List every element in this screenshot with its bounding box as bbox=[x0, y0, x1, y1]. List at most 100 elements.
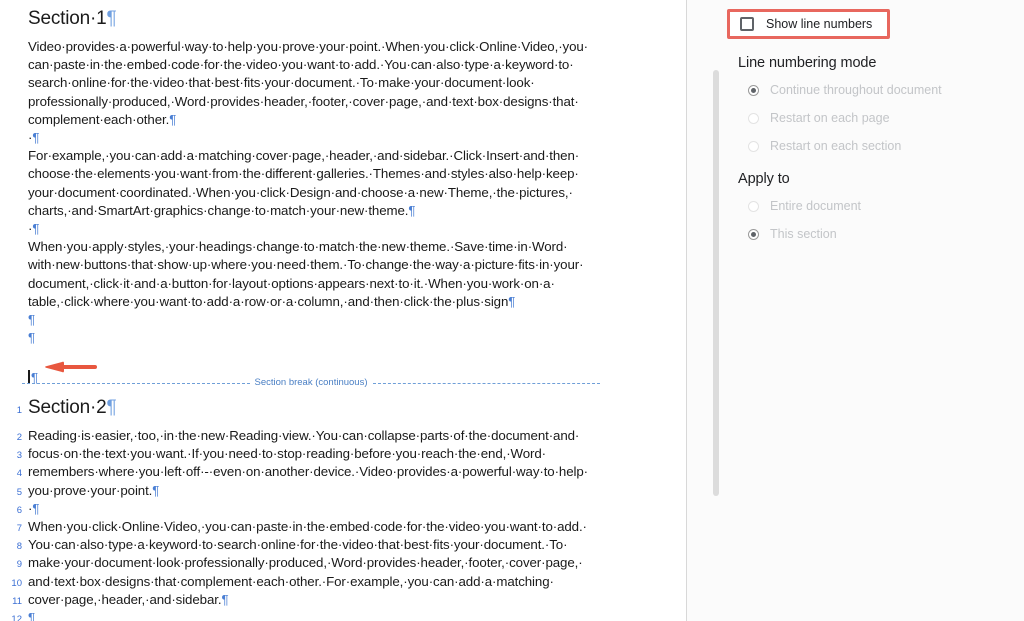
radio-icon-selected[interactable] bbox=[748, 229, 759, 240]
paragraph-text: professionally·produced,·Word·provides·h… bbox=[28, 93, 686, 111]
radio-icon[interactable] bbox=[748, 201, 759, 212]
paragraph-text: When·you·apply·styles,·your·headings·cha… bbox=[28, 238, 686, 256]
radio-label: Restart on each page bbox=[770, 112, 890, 125]
radio-label: Continue throughout document bbox=[770, 84, 942, 97]
radio-icon-selected[interactable] bbox=[748, 85, 759, 96]
pilcrow-mark: ¶ bbox=[32, 221, 39, 236]
show-line-numbers-checkbox-row[interactable]: Show line numbers bbox=[727, 9, 890, 39]
section-break-line-right bbox=[373, 383, 601, 384]
numbered-line: 10 and·text·box·designs·that·complement·… bbox=[0, 573, 686, 591]
empty-paragraph-line: ·¶ bbox=[0, 220, 686, 238]
radio-restart-on-each-section[interactable]: Restart on each section bbox=[748, 140, 901, 153]
paragraph-line: your·document·coordinated.·When·you·clic… bbox=[0, 184, 686, 202]
document-heading-section2: 1 Section·2¶ bbox=[0, 395, 686, 421]
numbered-line: 4 remembers·where·you·left·off·-·even·on… bbox=[0, 463, 686, 481]
app-root: Section·1¶ Video·provides·a·powerful·way… bbox=[0, 0, 1024, 621]
section-break-line-left bbox=[22, 383, 250, 384]
numbered-line: 12 ¶ bbox=[0, 609, 686, 621]
paragraph-text: Video·provides·a·powerful·way·to·help·yo… bbox=[28, 38, 686, 56]
line-number: 4 bbox=[0, 468, 28, 479]
line-number: 8 bbox=[0, 541, 28, 552]
line-number: 5 bbox=[0, 487, 28, 498]
paragraph-text: complement·each·other. bbox=[28, 112, 169, 127]
line-text: and·text·box·designs·that·complement·eac… bbox=[28, 573, 686, 591]
pilcrow-mark: ¶ bbox=[169, 112, 176, 127]
line-text: You·can·also·type·a·keyword·to·search·on… bbox=[28, 536, 686, 554]
numbered-line: 8 You·can·also·type·a·keyword·to·search·… bbox=[0, 536, 686, 554]
paragraph-line: When·you·apply·styles,·your·headings·cha… bbox=[0, 238, 686, 256]
numbered-line: 6 ·¶ bbox=[0, 500, 686, 518]
paragraph-line: complement·each·other.¶ bbox=[0, 111, 686, 129]
document-heading-section1: Section·1¶ bbox=[0, 6, 686, 32]
paragraph-text: search·online·for·the·video·that·best·fi… bbox=[28, 74, 686, 92]
line-text: focus·on·the·text·you·want.·If·you·need·… bbox=[28, 445, 686, 463]
pilcrow-mark: ¶ bbox=[152, 483, 159, 498]
radio-this-section[interactable]: This section bbox=[748, 228, 837, 241]
numbered-line: 11 cover·page,·header,·and·sidebar.¶ bbox=[0, 591, 686, 609]
section2-body[interactable]: 1 Section·2¶ 2 Reading·is·easier,·too,·i… bbox=[0, 395, 686, 621]
section-break-label: Section break (continuous) bbox=[250, 378, 373, 388]
radio-entire-document[interactable]: Entire document bbox=[748, 200, 861, 213]
numbered-line: 3 focus·on·the·text·you·want.·If·you·nee… bbox=[0, 445, 686, 463]
pilcrow-mark: ¶ bbox=[106, 8, 116, 29]
document-body[interactable]: Section·1¶ Video·provides·a·powerful·way… bbox=[0, 0, 686, 388]
line-number: 3 bbox=[0, 450, 28, 461]
numbered-line: 7 When·you·click·Online·Video,·you·can·p… bbox=[0, 518, 686, 536]
radio-label: Entire document bbox=[770, 200, 861, 213]
paragraph-line: choose·the·elements·you·want·from·the·di… bbox=[0, 165, 686, 183]
paragraph-text: your·document·coordinated.·When·you·clic… bbox=[28, 184, 686, 202]
paragraph-line: For·example,·you·can·add·a·matching·cove… bbox=[0, 147, 686, 165]
paragraph-line: can·paste·in·the·embed·code·for·the·vide… bbox=[0, 56, 686, 74]
line-numbering-mode-heading: Line numbering mode bbox=[738, 55, 876, 71]
pilcrow-mark: ¶ bbox=[32, 501, 39, 516]
paragraph-text: with·new·buttons·that·show·up·where·you·… bbox=[28, 256, 686, 274]
line-number: 7 bbox=[0, 523, 28, 534]
paragraph-line: professionally·produced,·Word·provides·h… bbox=[0, 93, 686, 111]
pilcrow-mark: ¶ bbox=[408, 203, 415, 218]
empty-paragraph-line: ¶ bbox=[0, 311, 686, 329]
document-pane[interactable]: Section·1¶ Video·provides·a·powerful·way… bbox=[0, 0, 686, 621]
radio-label: Restart on each section bbox=[770, 140, 901, 153]
line-text: remembers·where·you·left·off·-·even·on·a… bbox=[28, 463, 686, 481]
paragraph-text: document,·click·it·and·a·button·for·layo… bbox=[28, 275, 686, 293]
pilcrow-mark: ¶ bbox=[28, 610, 35, 621]
radio-restart-on-each-page[interactable]: Restart on each page bbox=[748, 112, 890, 125]
heading-text: Section·1 bbox=[28, 8, 106, 29]
paragraph-line: search·online·for·the·video·that·best·fi… bbox=[0, 74, 686, 92]
line-number: 6 bbox=[0, 505, 28, 516]
pilcrow-mark: ¶ bbox=[32, 130, 39, 145]
empty-paragraph-line: ·¶ bbox=[0, 129, 686, 147]
checkbox-icon[interactable] bbox=[740, 17, 754, 31]
line-number: 11 bbox=[0, 596, 28, 607]
paragraph-line: document,·click·it·and·a·button·for·layo… bbox=[0, 275, 686, 293]
numbered-line: 9 make·your·document·look·professionally… bbox=[0, 554, 686, 572]
line-number: 10 bbox=[0, 578, 28, 589]
radio-continue-throughout-document[interactable]: Continue throughout document bbox=[748, 84, 942, 97]
line-numbers-side-panel: Show line numbers Line numbering mode Co… bbox=[687, 0, 1024, 621]
paragraph-line: table,·click·where·you·want·to·add·a·row… bbox=[0, 293, 686, 311]
radio-icon[interactable] bbox=[748, 141, 759, 152]
line-number: 2 bbox=[0, 432, 28, 443]
line-text: When·you·click·Online·Video,·you·can·pas… bbox=[28, 518, 686, 536]
paragraph-text: can·paste·in·the·embed·code·for·the·vide… bbox=[28, 56, 686, 74]
spacer bbox=[0, 347, 686, 369]
line-number: 12 bbox=[0, 614, 28, 621]
radio-label: This section bbox=[770, 228, 837, 241]
line-number: 1 bbox=[0, 405, 28, 416]
radio-icon[interactable] bbox=[748, 113, 759, 124]
pilcrow-mark: ¶ bbox=[508, 294, 515, 309]
paragraph-text: table,·click·where·you·want·to·add·a·row… bbox=[28, 294, 508, 309]
line-text: cover·page,·header,·and·sidebar. bbox=[28, 592, 221, 607]
paragraph-text: choose·the·elements·you·want·from·the·di… bbox=[28, 165, 686, 183]
paragraph-line: with·new·buttons·that·show·up·where·you·… bbox=[0, 256, 686, 274]
pilcrow-mark: ¶ bbox=[28, 330, 35, 345]
paragraph-line: charts,·and·SmartArt·graphics·change·to·… bbox=[0, 202, 686, 220]
section-break-marker: Section break (continuous) bbox=[22, 376, 600, 390]
line-text: Reading·is·easier,·too,·in·the·new·Readi… bbox=[28, 427, 686, 445]
heading-text: Section·2 bbox=[28, 397, 106, 418]
paragraph-text: For·example,·you·can·add·a·matching·cove… bbox=[28, 147, 686, 165]
panel-scrollbar[interactable] bbox=[713, 70, 719, 496]
numbered-line: 2 Reading·is·easier,·too,·in·the·new·Rea… bbox=[0, 427, 686, 445]
show-line-numbers-label: Show line numbers bbox=[766, 18, 872, 31]
paragraph-text: charts,·and·SmartArt·graphics·change·to·… bbox=[28, 203, 408, 218]
